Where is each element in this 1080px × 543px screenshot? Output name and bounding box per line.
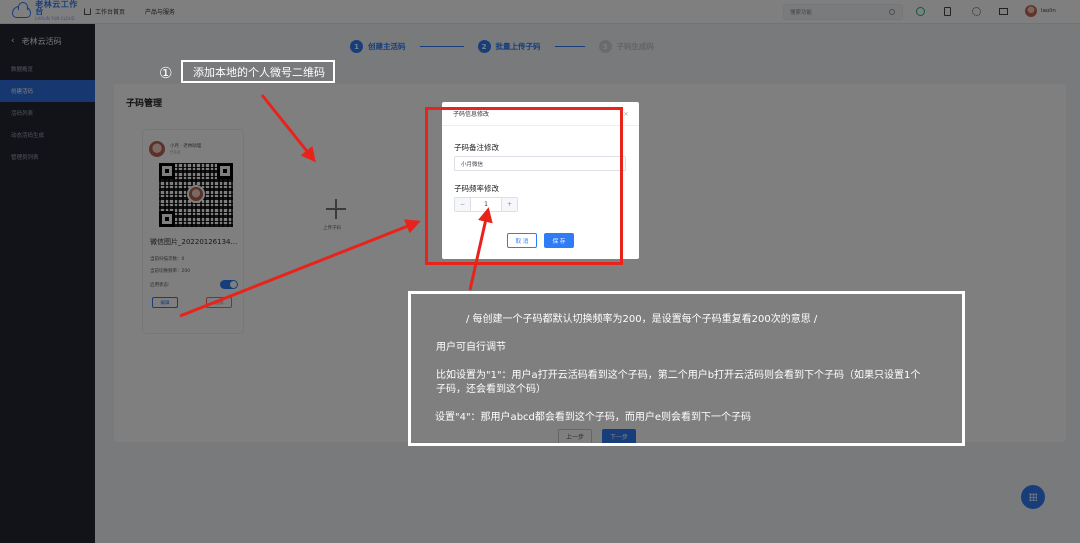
highlight-box: [425, 107, 623, 265]
note-line: 设置"4"：那用户abcd都会看到这个子码，而用户e则会看到下一个子码: [435, 412, 752, 423]
note-line: 比如设置为"1"：用户a打开云活码看到这个子码，第二个用户b打开云活码则会看到下…: [436, 370, 921, 381]
annotation-hint-box: 添加本地的个人微号二维码: [181, 60, 335, 83]
close-icon[interactable]: ×: [623, 111, 629, 118]
note-line: 用户可自行调节: [436, 342, 506, 353]
note-line: 子码，还会看到这个码）: [436, 384, 546, 395]
annotation-note-box: / 每创建一个子码都默认切换频率为200，是设置每个子码重复看200次的意思 /…: [408, 291, 965, 446]
note-line: / 每创建一个子码都默认切换频率为200，是设置每个子码重复看200次的意思 /: [466, 314, 818, 325]
annotation-step-number: ①: [159, 64, 173, 82]
